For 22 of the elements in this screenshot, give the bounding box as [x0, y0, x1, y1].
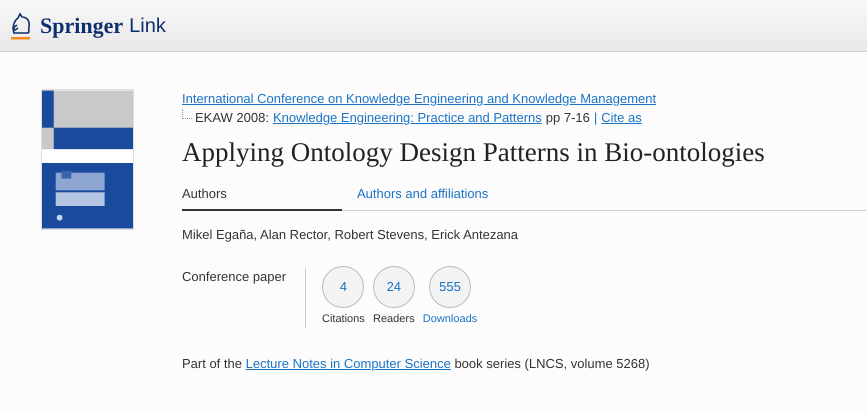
brand-name[interactable]: Springer	[40, 9, 124, 42]
metric-label: Readers	[373, 312, 415, 327]
cite-link[interactable]: Cite as	[601, 108, 642, 128]
metric-count[interactable]: 555	[429, 266, 471, 308]
metric-label[interactable]: Downloads	[422, 311, 478, 328]
tab[interactable]: Authors	[182, 184, 342, 210]
separator: |	[594, 109, 598, 127]
conference-link[interactable]: International Conference on Knowledge Engineering and Knowledge Management	[182, 90, 866, 108]
series-note: Part of the Lecture Notes in Computer Science book series (LNCS, volume 5268)	[182, 355, 651, 373]
series-link[interactable]: Lecture Notes in Computer Science	[246, 356, 451, 371]
author-list: Mikel Egaña, Alan Rector, Robert Stevens, Erick Antezana	[182, 224, 866, 244]
metric-count: 24	[372, 266, 415, 308]
article-title: Applying Ontology Design Patterns in Bio-ontologies	[182, 136, 766, 169]
page-range: pp 7-16	[546, 109, 590, 127]
metric-label: Citations	[322, 312, 365, 327]
metric-count: 4	[322, 266, 364, 308]
tree-connector-icon	[182, 109, 192, 119]
proceedings-link[interactable]: Knowledge Engineering: Practice and Patterns	[272, 108, 542, 128]
product-name[interactable]: Link	[129, 10, 166, 40]
content-type: Conference paper	[182, 268, 288, 286]
tab[interactable]: Authors and affiliations	[342, 184, 542, 210]
event-label: EKAW 2008:	[195, 109, 269, 127]
